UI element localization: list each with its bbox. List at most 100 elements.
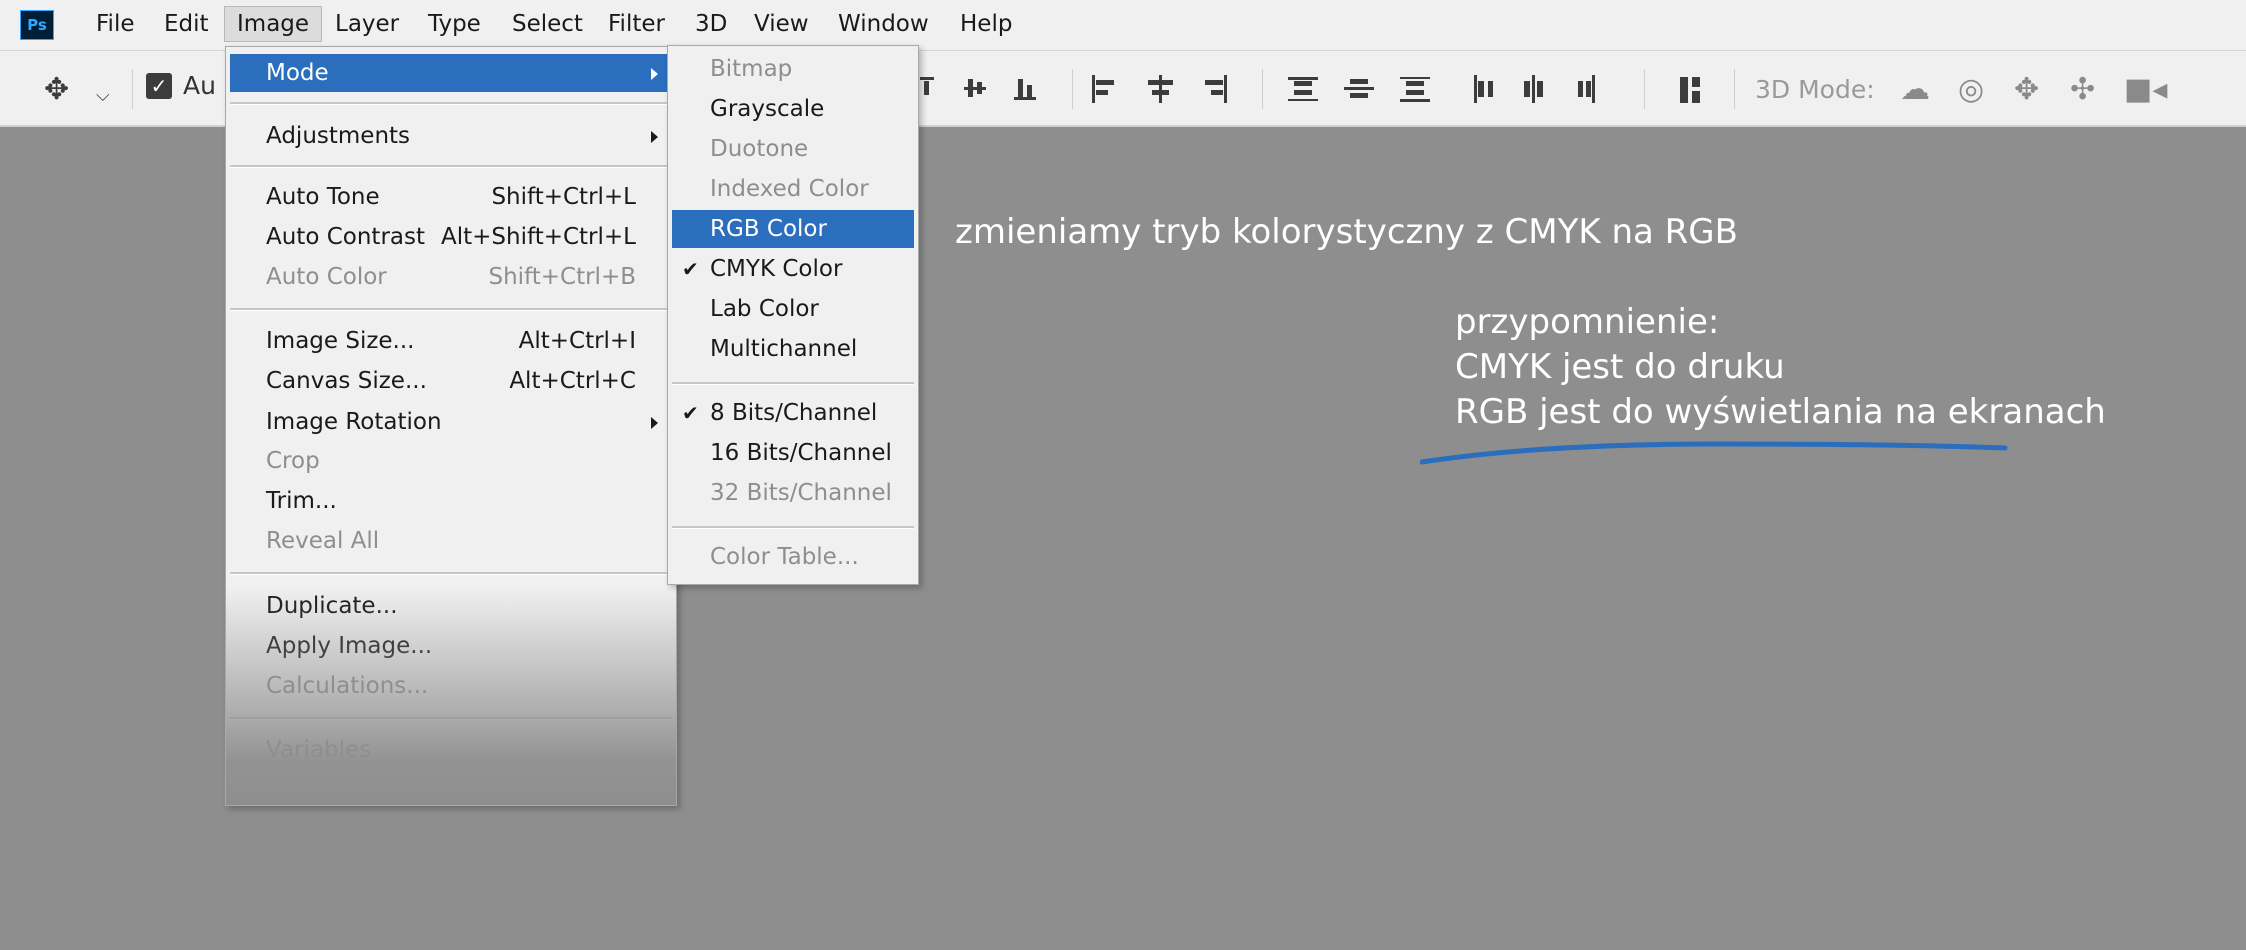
distribute-left-icon [1474, 75, 1477, 103]
distribute-horizontal-icons-group [1474, 75, 1595, 103]
distribute-vertical-icons-group [1288, 77, 1430, 102]
menu-item-label: Duotone [710, 136, 809, 162]
align-horizontal-icons-group [1092, 75, 1227, 103]
chevron-down-icon[interactable]: ⌵ [96, 81, 110, 111]
menu-item-auto-contrast[interactable]: Auto Contrast Alt+Shift+Ctrl+L [230, 218, 672, 256]
menu-item-calculations: Calculations... [230, 667, 672, 705]
menu-item-auto-tone[interactable]: Auto Tone Shift+Ctrl+L [230, 178, 672, 216]
menu-item-shortcut: Alt+Shift+Ctrl+L [441, 224, 636, 250]
align-top-icon [920, 77, 934, 80]
drag-3d-icon[interactable]: ✥ [2014, 75, 2039, 105]
divider [1072, 69, 1073, 109]
checkmark-icon: ✔ [682, 401, 699, 425]
menu-image[interactable]: Image [224, 6, 323, 42]
menu-item-label: 8 Bits/Channel [710, 400, 878, 426]
reminder-line-cmyk: CMYK jest do druku [1455, 347, 1785, 387]
menu-item-label: RGB Color [710, 216, 827, 242]
menu-window[interactable]: Window [826, 6, 941, 42]
menu-item-trim[interactable]: Trim... [230, 482, 672, 520]
move-tool-icon[interactable]: ✥ [44, 75, 69, 105]
menu-view[interactable]: View [742, 6, 821, 42]
menu-item-label: Grayscale [710, 96, 825, 122]
menu-item-duplicate[interactable]: Duplicate... [230, 587, 672, 625]
menu-item-shortcut: Alt+Ctrl+I [518, 328, 636, 354]
menu-select[interactable]: Select [500, 6, 595, 42]
divider [132, 69, 133, 109]
auto-align-layers-icon[interactable] [1678, 75, 1704, 105]
menu-file[interactable]: File [84, 6, 147, 42]
photoshop-logo-icon: Ps [20, 10, 54, 40]
align-left-icon [1092, 75, 1095, 103]
menu-item-apply-image[interactable]: Apply Image... [230, 627, 672, 665]
menu-item-label: Mode [266, 60, 329, 86]
menu-item-label: Trim... [266, 488, 337, 514]
menu-item-image-size[interactable]: Image Size... Alt+Ctrl+I [230, 322, 672, 360]
mode-item-cmyk-color[interactable]: ✔ CMYK Color [672, 250, 914, 288]
menu-separator [230, 572, 672, 575]
menu-filter[interactable]: Filter [596, 6, 677, 42]
distribute-bottom-icon [1400, 99, 1430, 102]
menu-type[interactable]: Type [416, 6, 493, 42]
menu-item-label: Duplicate... [266, 593, 398, 619]
menu-item-label: Apply Image... [266, 633, 433, 659]
auto-select-label: Au [183, 71, 216, 100]
roll-3d-icon[interactable]: ◎ [1958, 75, 1984, 105]
mode-item-bitmap: Bitmap [672, 50, 914, 88]
menu-help[interactable]: Help [948, 6, 1024, 42]
menu-item-image-rotation[interactable]: Image Rotation [230, 403, 672, 441]
menu-item-label: 32 Bits/Channel [710, 480, 892, 506]
submenu-arrow-icon [651, 68, 658, 80]
menu-item-label: Calculations... [266, 673, 429, 699]
align-horizontal-center-icon [1159, 75, 1162, 103]
slide-3d-icon[interactable]: ✣ [2070, 75, 2095, 105]
distribute-vertical-center-icon [1344, 87, 1374, 90]
submenu-arrow-icon [651, 131, 658, 143]
image-menu: Mode Adjustments Auto Tone Shift+Ctrl+L … [225, 46, 677, 806]
underline-stroke [1420, 441, 2008, 465]
menu-item-auto-color: Auto Color Shift+Ctrl+B [230, 258, 672, 296]
mode-item-lab-color[interactable]: Lab Color [672, 290, 914, 328]
distribute-horizontal-center-icon [1532, 75, 1535, 103]
menu-item-label: Color Table... [710, 544, 859, 570]
menu-item-shortcut: Shift+Ctrl+L [491, 184, 636, 210]
reminder-title: przypomnienie: [1455, 302, 1720, 342]
orbit-3d-icon[interactable]: ☁ [1900, 75, 1930, 105]
align-vertical-center-icon [964, 87, 986, 90]
checkmark-icon: ✔ [682, 257, 699, 281]
mode-item-grayscale[interactable]: Grayscale [672, 90, 914, 128]
menu-separator [230, 165, 672, 168]
menu-edit[interactable]: Edit [152, 6, 221, 42]
menu-3d[interactable]: 3D [683, 6, 739, 42]
scale-3d-icon[interactable]: ■◂ [2124, 75, 2167, 105]
menu-item-label: Auto Tone [266, 184, 380, 210]
align-bottom-icon [1014, 97, 1036, 100]
divider [1734, 69, 1735, 109]
mode-item-8-bits[interactable]: ✔ 8 Bits/Channel [672, 394, 914, 432]
auto-select-checkbox[interactable]: ✓ [146, 73, 172, 99]
menu-layer[interactable]: Layer [323, 6, 411, 42]
mode-item-rgb-color[interactable]: RGB Color [672, 210, 914, 248]
mode-item-duotone: Duotone [672, 130, 914, 168]
distribute-top-icon [1288, 77, 1318, 80]
reminder-line-rgb: RGB jest do wyświetlania na ekranach [1455, 392, 2106, 432]
menu-item-adjustments[interactable]: Adjustments [230, 117, 672, 155]
menu-separator [230, 717, 672, 720]
distribute-right-icon [1592, 75, 1595, 103]
mode-item-indexed-color: Indexed Color [672, 170, 914, 208]
menu-item-label: Indexed Color [710, 176, 869, 202]
menu-item-label: Lab Color [710, 296, 819, 322]
menu-separator [230, 308, 672, 311]
mode-item-multichannel[interactable]: Multichannel [672, 330, 914, 368]
menu-item-mode[interactable]: Mode [230, 54, 672, 92]
menu-item-label: CMYK Color [710, 256, 843, 282]
menu-item-label: Reveal All [266, 528, 380, 554]
menu-item-label: 16 Bits/Channel [710, 440, 892, 466]
menu-separator [672, 526, 914, 529]
menu-item-label: Multichannel [710, 336, 858, 362]
mode-item-16-bits[interactable]: 16 Bits/Channel [672, 434, 914, 472]
3d-mode-label: 3D Mode: [1755, 75, 1875, 104]
menu-item-canvas-size[interactable]: Canvas Size... Alt+Ctrl+C [230, 362, 672, 400]
menu-item-label: Auto Color [266, 264, 387, 290]
submenu-arrow-icon [651, 417, 658, 429]
menu-item-label: Variables [266, 737, 372, 763]
